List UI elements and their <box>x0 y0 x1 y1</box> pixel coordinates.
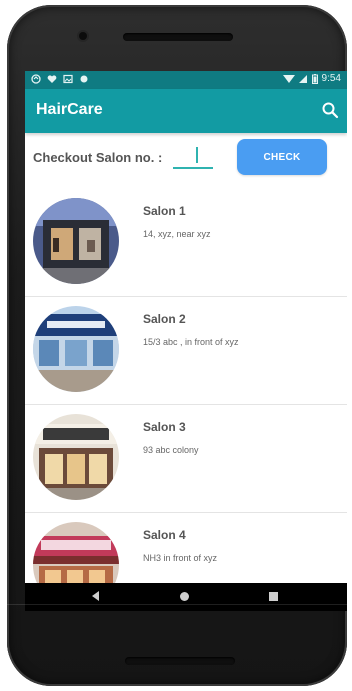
status-system: 9:54 <box>282 73 341 84</box>
salon-address: 93 abc colony <box>143 445 199 455</box>
bottom-speaker <box>125 657 235 665</box>
recents-icon[interactable] <box>269 592 278 601</box>
salon-name: Salon 2 <box>143 312 186 326</box>
salon-thumbnail <box>33 414 119 500</box>
salon-name: Salon 3 <box>143 420 186 434</box>
circle-icon <box>80 75 88 83</box>
phone-screen: 9:54 HairCare Checkout Salon no. : CHECK <box>25 71 347 611</box>
salon-list: Salon 1 14, xyz, near xyz Salon 2 15/3 a… <box>25 189 347 611</box>
app-title: HairCare <box>36 101 103 118</box>
salon-address: NH3 in front of xyz <box>143 553 218 563</box>
list-item[interactable]: Salon 1 14, xyz, near xyz <box>25 189 347 297</box>
notification-icon <box>31 74 41 84</box>
salon-thumbnail <box>33 198 119 284</box>
home-icon[interactable] <box>180 592 189 601</box>
top-speaker <box>123 33 233 41</box>
salon-number-input[interactable] <box>173 145 213 169</box>
salon-name: Salon 1 <box>143 204 186 218</box>
status-time: 9:54 <box>321 73 341 84</box>
image-icon <box>63 74 73 84</box>
glass-reflection <box>0 604 352 605</box>
signal-icon <box>298 74 307 83</box>
back-icon[interactable] <box>92 591 99 601</box>
front-camera <box>79 32 87 40</box>
heart-icon <box>47 75 57 83</box>
salon-name: Salon 4 <box>143 528 186 542</box>
status-notifications <box>31 74 89 84</box>
list-item[interactable]: Salon 2 15/3 abc , in front of xyz <box>25 297 347 405</box>
status-bar: 9:54 <box>25 71 347 89</box>
app-bar: HairCare <box>25 89 347 133</box>
text-cursor <box>196 147 198 163</box>
navigation-bar <box>25 583 347 611</box>
checkout-row: Checkout Salon no. : CHECK <box>25 133 347 189</box>
salon-address: 15/3 abc , in front of xyz <box>143 337 239 347</box>
battery-icon <box>311 73 318 84</box>
salon-thumbnail <box>33 306 119 392</box>
salon-address: 14, xyz, near xyz <box>143 229 211 239</box>
checkout-label: Checkout Salon no. : <box>33 150 163 165</box>
search-icon[interactable] <box>321 101 339 119</box>
page: 9:54 HairCare Checkout Salon no. : CHECK <box>0 0 352 691</box>
check-button[interactable]: CHECK <box>237 139 327 175</box>
wifi-icon <box>282 74 295 83</box>
list-item[interactable]: Salon 3 93 abc colony <box>25 405 347 513</box>
